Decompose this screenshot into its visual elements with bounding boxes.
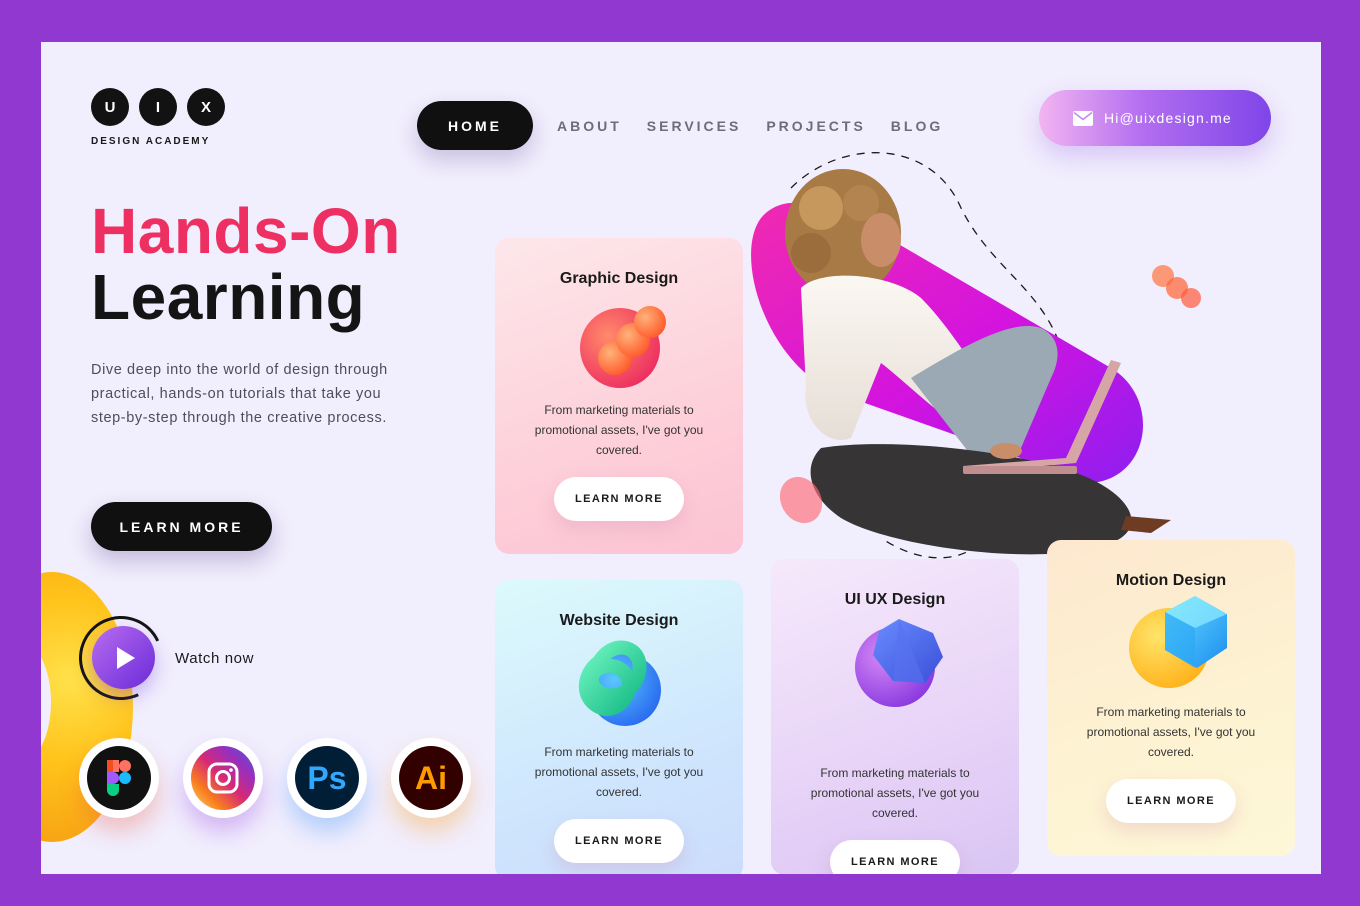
motion-design-icon	[1129, 596, 1227, 688]
card-learn-more-button[interactable]: LEARN MORE	[554, 819, 684, 863]
logo-letter-u: U	[91, 88, 129, 126]
illustrator-icon: Ai	[399, 746, 463, 810]
play-icon	[117, 646, 135, 669]
email-address: Hi@uixdesign.me	[1104, 110, 1232, 126]
website-design-icon	[578, 640, 661, 726]
tool-illustrator[interactable]: Ai	[391, 738, 471, 818]
nav-blog[interactable]: BLOG	[891, 118, 943, 134]
graphic-design-icon	[580, 306, 666, 388]
card-title: Graphic Design	[559, 270, 679, 287]
watch-now-label[interactable]: Watch now	[175, 650, 254, 667]
course-card-motion-design: Motion Design From marketing materials t…	[1047, 540, 1295, 856]
play-button[interactable]	[92, 626, 155, 689]
nav-about[interactable]: ABOUT	[557, 118, 622, 134]
logo-subtitle: DESIGN ACADEMY	[91, 136, 211, 147]
card-description: From marketing materials to promotional …	[534, 403, 704, 457]
tool-instagram[interactable]	[183, 738, 263, 818]
decorative-balls-right	[1152, 265, 1201, 308]
nav-home[interactable]: HOME	[417, 101, 533, 150]
logo[interactable]: U I X DESIGN ACADEMY	[91, 88, 231, 147]
hero-learn-more-button[interactable]: LEARN MORE	[91, 502, 272, 551]
course-card-ui-ux-design: UI UX Design From marketing materials to…	[771, 559, 1019, 874]
card-title: UI UX Design	[844, 591, 946, 608]
hero-title-line1: Hands-On	[91, 195, 401, 267]
card-learn-more-button[interactable]: LEARN MORE	[1106, 779, 1236, 823]
tool-figma[interactable]	[79, 738, 159, 818]
course-card-graphic-design: Graphic Design From marketing materials …	[495, 238, 743, 554]
card-title: Website Design	[559, 612, 679, 629]
play-control	[67, 604, 175, 712]
figma-icon	[87, 746, 151, 810]
main-nav: HOME ABOUT SERVICES PROJECTS BLOG	[417, 101, 943, 150]
logo-letter-x: X	[187, 88, 225, 126]
hero-title: Hands-On Learning	[91, 198, 401, 330]
hero-description: Dive deep into the world of design throu…	[91, 362, 388, 426]
card-description: From marketing materials to promotional …	[534, 745, 704, 799]
photoshop-icon: Ps	[295, 746, 359, 810]
card-learn-more-button[interactable]: LEARN MORE	[554, 477, 684, 521]
mail-icon	[1073, 110, 1093, 126]
decorative-capsule	[779, 476, 823, 524]
nav-projects[interactable]: PROJECTS	[766, 118, 865, 134]
ui-ux-design-icon	[855, 619, 943, 707]
card-title: Motion Design	[1115, 572, 1227, 589]
card-learn-more-button[interactable]: LEARN MORE	[830, 840, 960, 874]
hero-title-line2: Learning	[91, 261, 366, 333]
logo-letter-i: I	[139, 88, 177, 126]
card-description: From marketing materials to promotional …	[810, 766, 980, 820]
watch-now[interactable]: Watch now	[67, 604, 254, 712]
course-card-website-design: Website Design From marketing materials …	[495, 580, 743, 874]
card-description: From marketing materials to promotional …	[1086, 705, 1256, 759]
nav-services[interactable]: SERVICES	[647, 118, 742, 134]
tool-icons: Ps Ai	[79, 738, 471, 818]
instagram-icon	[191, 746, 255, 810]
tool-photoshop[interactable]: Ps	[287, 738, 367, 818]
email-button[interactable]: Hi@uixdesign.me	[1039, 90, 1271, 146]
landing-page: U I X DESIGN ACADEMY HOME ABOUT SERVICES…	[41, 42, 1321, 874]
logo-letters: U I X	[91, 88, 231, 126]
